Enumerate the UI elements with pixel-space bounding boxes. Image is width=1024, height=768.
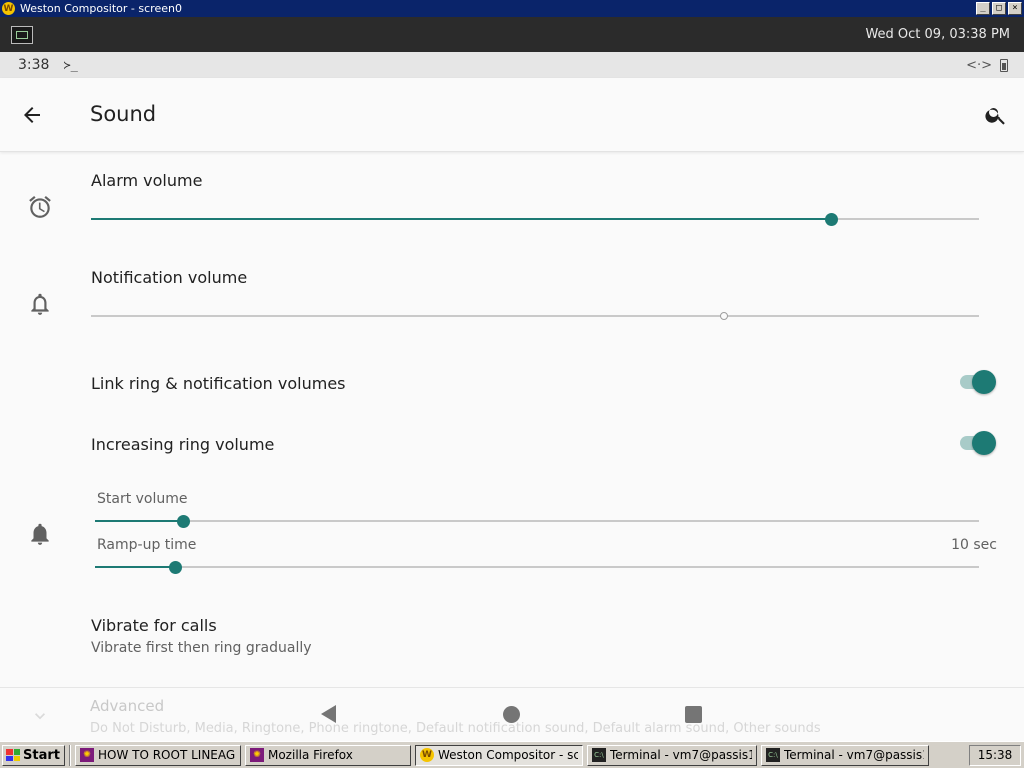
slider-thumb — [824, 213, 838, 226]
slider-thumb — [168, 561, 182, 574]
nav-home-button[interactable] — [503, 706, 520, 723]
increasing-ring-label: Increasing ring volume — [91, 435, 275, 454]
ramp-up-label: Ramp-up time — [97, 537, 197, 553]
link-ring-switch[interactable] — [960, 370, 996, 394]
firefox-icon: ✺ — [249, 748, 264, 762]
alarm-volume-slider[interactable] — [91, 211, 979, 227]
status-time: 3:38 — [18, 57, 50, 73]
weston-app-icon: W — [2, 2, 15, 15]
terminal-launcher-icon[interactable] — [11, 25, 33, 44]
firefox-icon: ✺ — [79, 748, 94, 762]
search-icon[interactable] — [984, 103, 1008, 127]
window-title: Weston Compositor - screen0 — [20, 2, 182, 15]
task-weston-compositor[interactable]: W Weston Compositor - scr... — [414, 744, 583, 766]
window-titlebar[interactable]: W Weston Compositor - screen0 _ □ × — [0, 0, 1024, 17]
terminal-icon: C:\ — [591, 748, 606, 762]
slider-fill — [91, 218, 831, 220]
nav-recents-button[interactable] — [685, 706, 702, 723]
slider-thumb — [720, 312, 729, 320]
slider-fill — [95, 566, 175, 568]
windows-logo-icon — [6, 749, 20, 761]
task-mozilla-firefox[interactable]: ✺ Mozilla Firefox — [244, 744, 411, 766]
terminal-prompt-icon: ≻_ — [63, 58, 78, 72]
window-controls: _ □ × — [976, 2, 1022, 15]
app-bar: Sound — [0, 78, 1024, 152]
minimize-button[interactable]: _ — [976, 2, 990, 15]
notification-volume-label: Notification volume — [91, 268, 248, 287]
start-volume-slider[interactable] — [95, 513, 979, 529]
link-ring-label: Link ring & notification volumes — [91, 374, 346, 393]
chevron-down-icon — [35, 713, 45, 720]
advanced-label[interactable]: Advanced — [90, 697, 164, 715]
vibrate-summary: Vibrate first then ring gradually — [91, 640, 312, 656]
alarm-volume-label: Alarm volume — [91, 171, 203, 190]
battery-icon — [1000, 58, 1008, 72]
close-button[interactable]: × — [1008, 2, 1022, 15]
maximize-button[interactable]: □ — [992, 2, 1006, 15]
android-status-bar: 3:38 ≻_ <·> — [0, 52, 1024, 78]
taskbar: Start ✺ HOW TO ROOT LINEAGE ... ✺ Mozill… — [0, 741, 1024, 768]
nav-back-button[interactable] — [321, 705, 336, 723]
ringer-bell-icon — [31, 523, 49, 545]
page-title: Sound — [90, 102, 157, 126]
status-icons: <·> — [966, 58, 1008, 73]
taskbar-separator — [68, 744, 71, 766]
data-sync-icon: <·> — [966, 57, 992, 73]
android-nav-bar: Advanced Do Not Disturb, Media, Ringtone… — [0, 687, 1024, 741]
ramp-up-slider[interactable] — [95, 559, 979, 575]
panel-clock: Wed Oct 09, 03:38 PM — [865, 27, 1010, 42]
task-terminal-1[interactable]: C:\ Terminal - vm7@passis1:~ — [586, 744, 757, 766]
taskbar-clock: 15:38 — [969, 744, 1021, 766]
slider-fill — [95, 520, 184, 522]
start-label: Start — [23, 747, 60, 763]
advanced-summary: Do Not Disturb, Media, Ringtone, Phone r… — [90, 721, 821, 736]
notification-volume-slider[interactable] — [91, 308, 979, 324]
terminal-icon: C:\ — [765, 748, 780, 762]
task-terminal-2[interactable]: C:\ Terminal - vm7@passis1:~ — [760, 744, 929, 766]
slider-thumb — [177, 515, 191, 528]
weston-panel: Wed Oct 09, 03:38 PM — [0, 17, 1024, 52]
increasing-ring-switch[interactable] — [960, 431, 996, 455]
start-volume-label: Start volume — [97, 491, 188, 507]
vibrate-label: Vibrate for calls — [91, 616, 217, 635]
notification-bell-icon — [31, 293, 49, 315]
task-root-lineage[interactable]: ✺ HOW TO ROOT LINEAGE ... — [74, 744, 241, 766]
back-arrow-icon[interactable] — [20, 103, 44, 127]
weston-app-icon: W — [419, 748, 434, 762]
start-button[interactable]: Start — [2, 744, 65, 766]
alarm-clock-icon — [29, 195, 51, 218]
settings-list[interactable]: Alarm volume Notification volume Link ri… — [0, 153, 1024, 687]
ramp-up-value: 10 sec — [951, 537, 997, 553]
